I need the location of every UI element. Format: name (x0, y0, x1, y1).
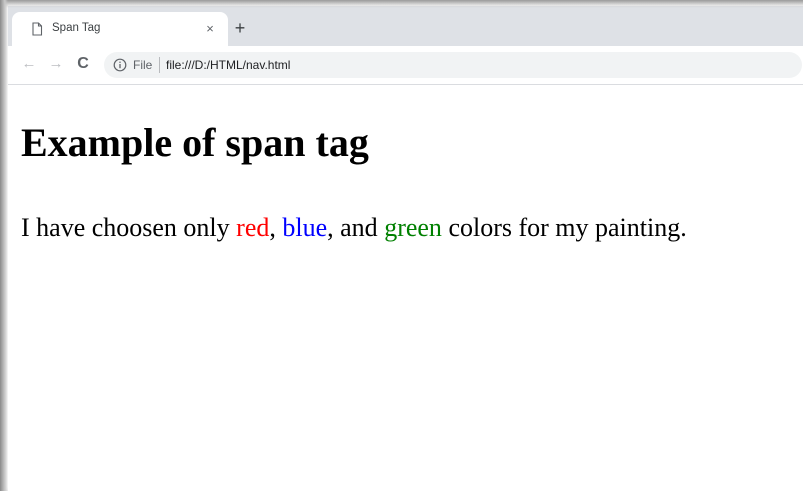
forward-button[interactable]: → (47, 55, 65, 73)
tab-strip: Span Tag × + (8, 6, 803, 46)
separator-1: , (269, 213, 283, 242)
separator-2: , and (327, 213, 385, 242)
tab-span-tag[interactable]: Span Tag × (12, 12, 228, 46)
info-icon[interactable] (113, 58, 127, 72)
window-top-shadow (0, 0, 803, 8)
page-content: Example of span tag I have choosen only … (8, 85, 803, 491)
document-icon (30, 22, 44, 36)
new-tab-button[interactable]: + (230, 18, 250, 38)
reload-button[interactable]: C (74, 55, 92, 73)
paragraph-prefix: I have choosen only (21, 213, 237, 242)
address-divider (159, 57, 160, 73)
window-left-shadow (0, 0, 8, 491)
blue-word: blue (282, 213, 328, 242)
scheme-label: File (133, 58, 153, 72)
browser-toolbar: ← → C File file:///D:/HTML/nav.html (8, 46, 803, 85)
url-text[interactable]: file:///D:/HTML/nav.html (166, 58, 290, 72)
green-word: green (384, 213, 442, 242)
address-bar[interactable]: File file:///D:/HTML/nav.html (104, 52, 802, 78)
paragraph-suffix: colors for my painting. (441, 213, 687, 242)
browser-window: Span Tag × + ← → C File file:///D:/HTML/… (0, 0, 803, 491)
tab-title: Span Tag (52, 22, 101, 34)
close-icon[interactable]: × (202, 21, 218, 37)
page-heading: Example of span tag (21, 120, 369, 165)
red-word: red (236, 213, 270, 242)
paragraph: I have choosen only red, blue, and green… (21, 212, 687, 243)
back-button[interactable]: ← (20, 55, 38, 73)
